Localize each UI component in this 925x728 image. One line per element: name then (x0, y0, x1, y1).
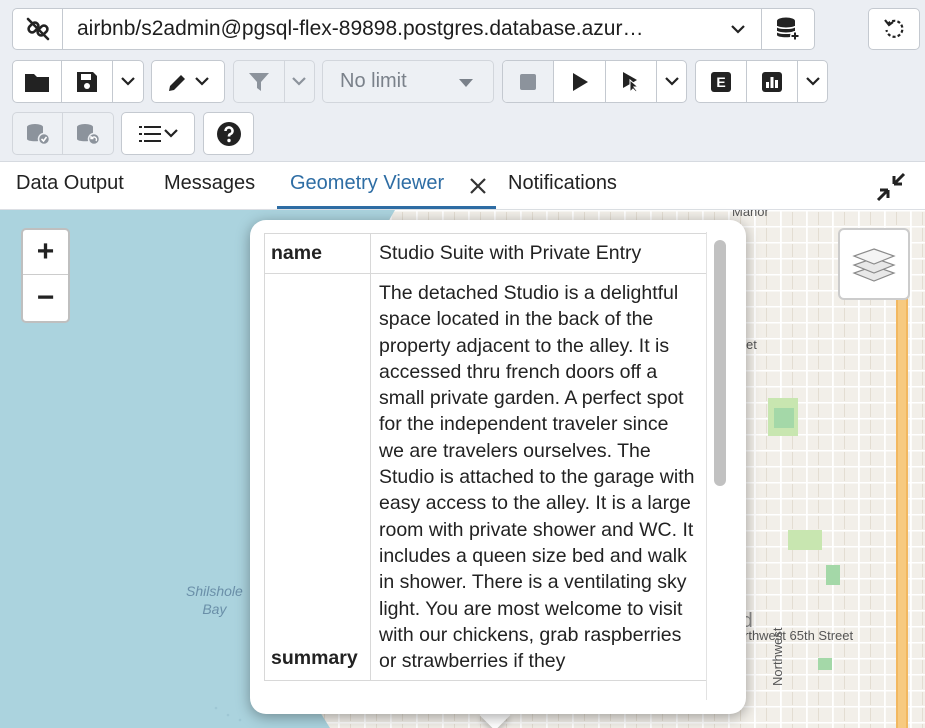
chevron-down-icon (121, 77, 136, 86)
chevron-down-icon (715, 24, 761, 34)
tab-data-output[interactable]: Data Output (16, 172, 124, 195)
play-cursor-icon (623, 71, 640, 93)
map-label-shilshole-bay: Shilshole Bay (186, 583, 243, 617)
row-limit-value: No limit (340, 70, 407, 92)
help-button[interactable] (203, 112, 254, 155)
explain-options-dropdown[interactable] (798, 61, 827, 102)
explain-icon: E (711, 71, 732, 92)
list-icon (139, 125, 161, 142)
database-plus-icon (776, 17, 800, 41)
save-options-dropdown[interactable] (113, 61, 143, 102)
collapse-panel-icon[interactable] (874, 170, 908, 204)
query-toolbar: airbnb/s2admin@pgsql-flex-89898.postgres… (0, 0, 925, 162)
row-limit-select[interactable]: No limit (322, 60, 494, 103)
reset-icon (884, 19, 904, 38)
open-file-button[interactable] (13, 61, 63, 102)
map-label-northwest: Northwest (770, 627, 785, 686)
chevron-down-icon (195, 77, 209, 86)
zoom-in-button[interactable]: + (23, 230, 68, 275)
save-icon (77, 71, 98, 92)
folder-icon (25, 73, 50, 92)
zoom-control: + − (21, 228, 70, 323)
explain-analyze-button[interactable] (747, 61, 799, 102)
chevron-down-icon (664, 77, 679, 86)
stop-button[interactable] (503, 61, 555, 102)
properties-table: name Studio Suite with Private Entry sum… (264, 233, 707, 682)
tab-geometry-viewer[interactable]: Geometry Viewer (290, 172, 444, 195)
execute-selection-button[interactable] (606, 61, 658, 102)
filter-group (233, 60, 315, 103)
question-circle-icon (216, 121, 241, 146)
layers-control-button[interactable] (838, 228, 910, 300)
connection-label: airbnb/s2admin@pgsql-flex-89898.postgres… (77, 17, 644, 40)
filter-button[interactable] (234, 61, 285, 102)
connection-bar: airbnb/s2admin@pgsql-flex-89898.postgres… (12, 8, 815, 50)
close-icon[interactable] (469, 177, 487, 195)
edit-button[interactable] (151, 60, 225, 103)
popup-scrollbar-thumb[interactable] (714, 240, 726, 486)
zoom-out-button[interactable]: − (23, 275, 68, 320)
map-label-manor: Manor (732, 210, 769, 219)
explain-group: E (695, 60, 828, 103)
property-key: summary (264, 272, 371, 682)
popup-content: name Studio Suite with Private Entry sum… (264, 233, 708, 701)
filter-options-dropdown[interactable] (285, 61, 314, 102)
active-tab-indicator (277, 206, 496, 209)
map-label-et: et (746, 337, 757, 352)
rollback-button[interactable] (63, 113, 113, 154)
execute-button[interactable] (554, 61, 606, 102)
transaction-group (12, 112, 114, 155)
chart-bar-icon (762, 71, 783, 92)
save-button[interactable] (62, 61, 114, 102)
database-check-icon (26, 123, 50, 145)
play-icon (572, 72, 588, 91)
pencil-icon (169, 74, 185, 91)
database-undo-icon (77, 123, 101, 145)
property-key: name (264, 233, 371, 274)
refresh-button[interactable] (868, 8, 920, 50)
execute-options-dropdown[interactable] (657, 61, 686, 102)
execute-group (502, 60, 687, 103)
chevron-down-icon (292, 77, 307, 86)
tab-messages[interactable]: Messages (164, 172, 255, 195)
table-row: summary The detached Studio is a delight… (264, 272, 707, 682)
filter-icon (248, 72, 269, 91)
chevron-down-icon (164, 129, 178, 138)
stop-icon (520, 73, 537, 90)
tab-notifications[interactable]: Notifications (508, 172, 617, 195)
connection-status-button[interactable] (13, 9, 63, 49)
caret-down-icon (459, 79, 473, 87)
explain-letter: E (716, 74, 725, 90)
property-value: The detached Studio is a delightful spac… (370, 272, 707, 682)
macros-button[interactable] (121, 112, 195, 155)
map-label-street: rthwest 65th Street (744, 628, 854, 643)
new-connection-button[interactable] (762, 9, 814, 49)
chevron-down-icon (805, 77, 820, 86)
commit-button[interactable] (13, 113, 64, 154)
result-tabs: Data Output Messages Geometry Viewer Not… (0, 162, 925, 210)
feature-popup: name Studio Suite with Private Entry sum… (250, 220, 746, 714)
property-value: Studio Suite with Private Entry (370, 233, 707, 274)
explain-button[interactable]: E (696, 61, 748, 102)
file-group (12, 60, 144, 103)
connection-select[interactable]: airbnb/s2admin@pgsql-flex-89898.postgres… (63, 9, 762, 49)
layers-icon (852, 248, 896, 282)
disconnected-link-icon (26, 17, 49, 41)
table-row: name Studio Suite with Private Entry (264, 233, 707, 274)
